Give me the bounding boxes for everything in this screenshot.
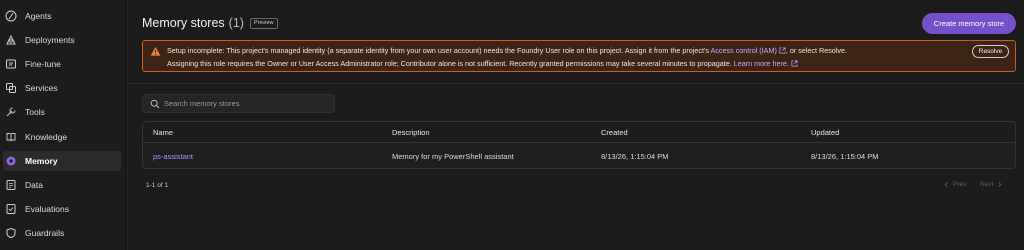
prev-page-button[interactable]: Prev xyxy=(943,181,966,188)
agents-icon xyxy=(5,10,17,22)
page-title-text: Memory stores xyxy=(142,16,225,30)
sidebar-item-tools[interactable]: Tools xyxy=(3,102,121,122)
sidebar: Agents Deployments Fine-tune Services To… xyxy=(0,0,125,250)
external-link-icon xyxy=(779,47,786,54)
page-title: Memory stores (1) Preview xyxy=(142,16,278,30)
search-box[interactable] xyxy=(142,94,335,113)
create-memory-store-button[interactable]: Create memory store xyxy=(922,13,1016,34)
column-header-name[interactable]: Name xyxy=(153,128,173,137)
sidebar-item-label: Fine-tune xyxy=(25,59,61,69)
warning-banner: Setup incomplete: This project's managed… xyxy=(142,40,1016,72)
sidebar-item-memory[interactable]: Memory xyxy=(3,151,121,171)
column-header-description[interactable]: Description xyxy=(392,128,430,137)
sidebar-item-evaluations[interactable]: Evaluations xyxy=(3,199,121,219)
sidebar-item-label: Tools xyxy=(25,107,45,117)
sidebar-item-label: Agents xyxy=(25,11,52,21)
chevron-right-icon xyxy=(998,182,1002,187)
sidebar-item-fine-tune[interactable]: Fine-tune xyxy=(3,54,121,74)
sidebar-item-label: Memory xyxy=(25,156,58,166)
store-name-link[interactable]: ps-assistant xyxy=(153,152,193,161)
sidebar-item-label: Guardrails xyxy=(25,228,65,238)
store-updated: 8/13/26, 1:15:04 PM xyxy=(811,152,879,161)
prev-label: Prev xyxy=(953,181,967,188)
divider xyxy=(128,83,1024,84)
warning-text-2: , or select Resolve. xyxy=(785,46,847,55)
next-page-button[interactable]: Next xyxy=(980,181,1003,188)
sidebar-item-guardrails[interactable]: Guardrails xyxy=(3,223,121,243)
main-content: Memory stores (1) Preview Create memory … xyxy=(127,0,1024,250)
resolve-button[interactable]: Resolve xyxy=(972,45,1009,58)
column-header-created[interactable]: Created xyxy=(601,128,628,137)
store-created: 8/13/26, 1:15:04 PM xyxy=(601,152,669,161)
data-icon xyxy=(5,179,17,191)
store-description: Memory for my PowerShell assistant xyxy=(392,152,514,161)
knowledge-icon xyxy=(5,131,17,143)
next-label: Next xyxy=(980,181,994,188)
sidebar-item-data[interactable]: Data xyxy=(3,175,121,195)
search-icon xyxy=(150,99,160,108)
access-control-link[interactable]: Access control (IAM) xyxy=(711,46,777,55)
sidebar-item-label: Knowledge xyxy=(25,132,68,142)
preview-badge: Preview xyxy=(249,17,278,29)
table-row[interactable]: ps-assistant Memory for my PowerShell as… xyxy=(143,144,1015,168)
sidebar-item-services[interactable]: Services xyxy=(3,78,121,98)
evaluations-icon xyxy=(5,203,17,215)
store-count: (1) xyxy=(228,16,244,30)
warning-text-1: Setup incomplete: This project's managed… xyxy=(167,46,711,55)
pagination-info: 1-1 of 1 xyxy=(146,182,169,189)
tools-icon xyxy=(5,106,17,118)
services-icon xyxy=(5,82,17,94)
guardrails-icon xyxy=(5,227,17,239)
warning-message: Setup incomplete: This project's managed… xyxy=(167,45,967,70)
sidebar-item-label: Evaluations xyxy=(25,204,69,214)
warning-text-3: Assigning this role requires the Owner o… xyxy=(167,58,734,68)
sidebar-item-deployments[interactable]: Deployments xyxy=(3,30,121,50)
sidebar-item-agents[interactable]: Agents xyxy=(3,6,121,26)
sidebar-item-label: Deployments xyxy=(25,35,75,45)
learn-more-link[interactable]: Learn more here. xyxy=(734,59,789,68)
memory-icon xyxy=(5,155,17,167)
chevron-left-icon xyxy=(944,182,948,187)
sidebar-item-knowledge[interactable]: Knowledge xyxy=(3,127,121,147)
memory-stores-table: Name Description Created Updated ps-assi… xyxy=(142,121,1016,169)
column-header-updated[interactable]: Updated xyxy=(811,128,839,137)
sidebar-item-label: Data xyxy=(25,180,43,190)
search-input[interactable] xyxy=(164,99,324,108)
warning-icon xyxy=(150,46,161,56)
fine-tune-icon xyxy=(5,58,17,70)
sidebar-item-label: Services xyxy=(25,83,58,93)
table-header: Name Description Created Updated xyxy=(143,122,1015,143)
deployments-icon xyxy=(5,34,17,46)
external-link-icon xyxy=(791,60,798,67)
